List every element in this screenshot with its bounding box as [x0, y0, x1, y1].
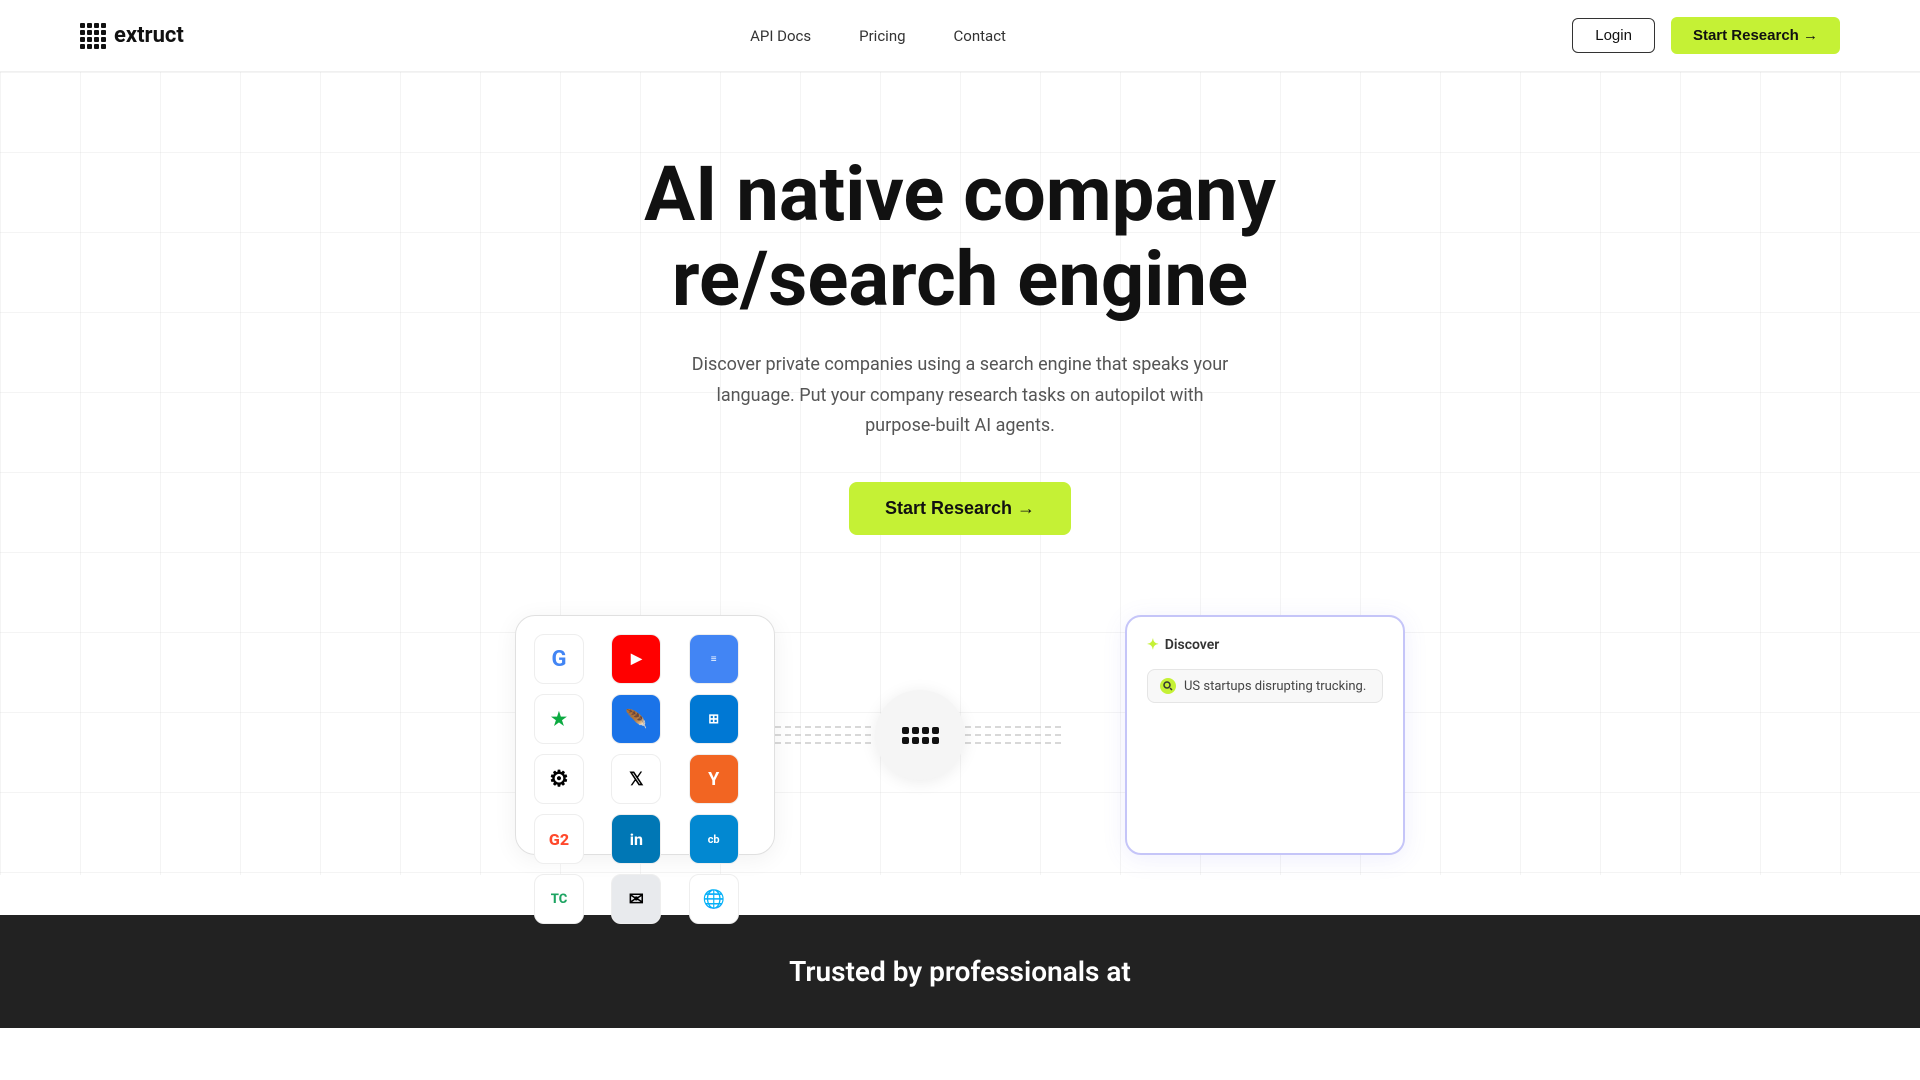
discover-card: ✦ Discover US startups disrupting trucki… [1125, 615, 1405, 855]
hero-subtext: Discover private companies using a searc… [690, 350, 1230, 442]
hero-headline-line1: AI native company [644, 149, 1276, 239]
discover-search-bar: US startups disrupting trucking. [1147, 669, 1383, 703]
hero-illustration: G ▶ ≡ ★ 🪶 ⊞ ⚙ 𝕏 Y G2 in cb TC ✉ 🌐 [40, 595, 1880, 875]
start-research-nav-button[interactable]: Start Research → [1671, 17, 1840, 54]
discover-header-icon: ✦ [1147, 637, 1159, 653]
email-logo: ✉ [611, 874, 661, 924]
docs-logo: ≡ [689, 634, 739, 684]
nav-link-contact[interactable]: Contact [954, 27, 1006, 45]
logo[interactable]: extruct [80, 23, 184, 49]
linkedin-logo: in [611, 814, 661, 864]
crunchbase-logo: cb [689, 814, 739, 864]
ycombinator-logo: Y [689, 754, 739, 804]
logo-grid-icon [80, 23, 106, 49]
left-connector [775, 715, 875, 755]
brand-name: extruct [114, 23, 184, 48]
hero-headline: AI native company re/search engine [644, 152, 1276, 322]
globe-logo: 🌐 [689, 874, 739, 924]
center-node [875, 690, 965, 780]
glassdoor-logo: ★ [534, 694, 584, 744]
discover-header: ✦ Discover [1147, 637, 1383, 653]
feather-logo: 🪶 [611, 694, 661, 744]
trusted-heading: Trusted by professionals at [40, 955, 1880, 988]
nav-actions: Login Start Research → [1572, 17, 1840, 54]
x-logo: 𝕏 [611, 754, 661, 804]
youtube-logo: ▶ [611, 634, 661, 684]
right-connector [965, 715, 1065, 755]
sharepoint-logo: ⊞ [689, 694, 739, 744]
google-logo: G [534, 634, 584, 684]
search-icon [1160, 678, 1176, 694]
navbar: extruct API Docs Pricing Contact Login S… [0, 0, 1920, 72]
techcrunch-logo: TC [534, 874, 584, 924]
integrations-card: G ▶ ≡ ★ 🪶 ⊞ ⚙ 𝕏 Y G2 in cb TC ✉ 🌐 [515, 615, 775, 855]
discover-header-label: Discover [1165, 637, 1220, 653]
center-node-icon [902, 727, 939, 744]
discover-search-query: US startups disrupting trucking. [1184, 679, 1366, 694]
trusted-section: Trusted by professionals at [0, 915, 1920, 1028]
nav-links: API Docs Pricing Contact [750, 27, 1006, 45]
nav-link-pricing[interactable]: Pricing [859, 27, 905, 45]
nav-link-api-docs[interactable]: API Docs [750, 27, 811, 45]
login-button[interactable]: Login [1572, 18, 1655, 53]
hero-section: AI native company re/search engine Disco… [0, 72, 1920, 875]
github-logo: ⚙ [534, 754, 584, 804]
g2-logo: G2 [534, 814, 584, 864]
hero-headline-line2: re/search engine [672, 234, 1248, 324]
start-research-hero-button[interactable]: Start Research → [849, 482, 1071, 535]
